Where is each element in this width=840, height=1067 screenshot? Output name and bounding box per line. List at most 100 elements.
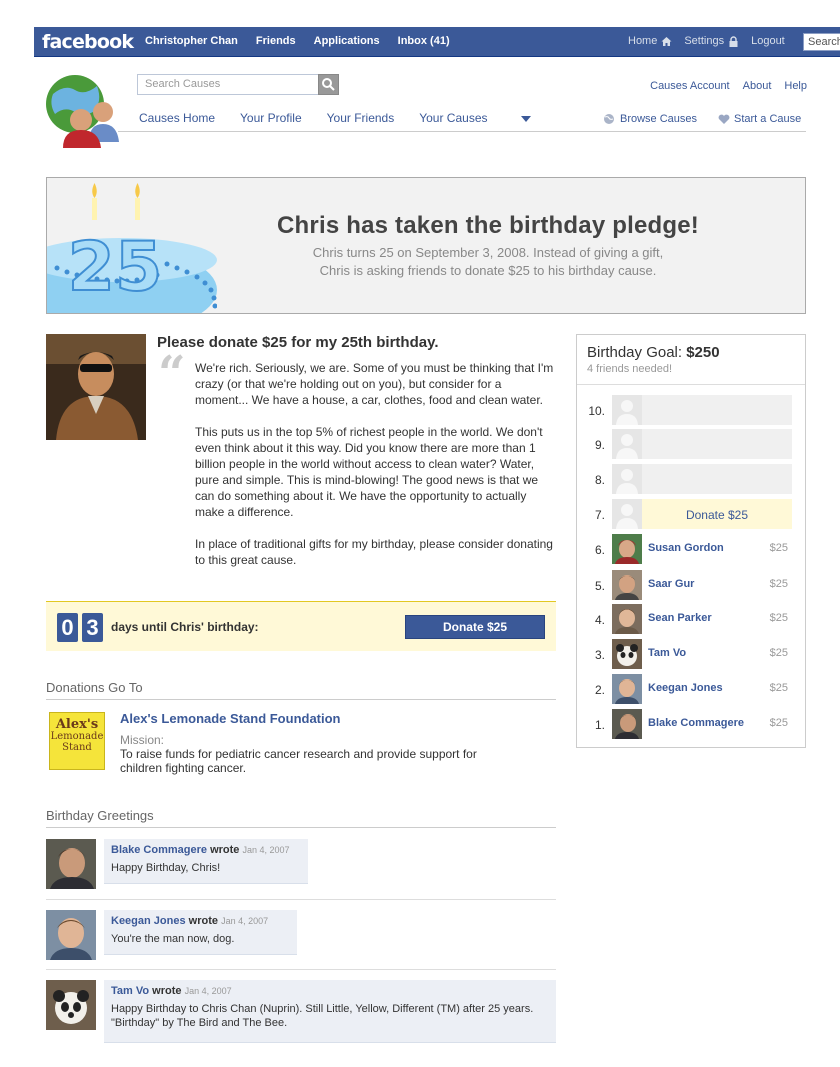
tab-your-friends[interactable]: Your Friends — [327, 111, 395, 125]
slot-number: 8. — [594, 473, 605, 487]
banner-line-2: Chris is asking friends to donate $25 to… — [319, 263, 657, 278]
donor-name-link[interactable]: Saar Gur — [648, 578, 694, 590]
slot-number: 7. — [594, 508, 605, 522]
avatar[interactable] — [612, 534, 642, 564]
appeal-title: Please donate $25 for my 25th birthday. — [157, 334, 439, 351]
avatar[interactable] — [612, 604, 642, 634]
search-icon — [322, 78, 335, 91]
nav-profile-link[interactable]: Christopher Chan — [145, 35, 238, 47]
greeting-bubble: Keegan Jones wrote Jan 4, 2007 You're th… — [104, 910, 297, 955]
start-cause-label: Start a Cause — [734, 113, 802, 125]
about-link[interactable]: About — [743, 80, 772, 92]
slot-number: 10. — [588, 404, 605, 418]
slot-number: 5. — [594, 579, 605, 593]
slot-number: 6. — [594, 543, 605, 557]
mission-text: To raise funds for pediatric cancer rese… — [120, 747, 477, 775]
profile-photo[interactable] — [46, 334, 146, 440]
facebook-logo[interactable]: facebook — [42, 31, 134, 53]
donor-name-link[interactable]: Susan Gordon — [648, 542, 724, 554]
avatar[interactable] — [612, 639, 642, 669]
globe-icon — [604, 114, 614, 124]
goal-slot-empty: 10. — [577, 395, 805, 425]
goal-divider — [577, 384, 805, 385]
start-cause-link[interactable]: Start a Cause — [718, 113, 801, 125]
search-causes-input[interactable]: Search Causes — [137, 74, 319, 95]
person-photo-image — [46, 334, 146, 440]
nav-friends-link[interactable]: Friends — [256, 35, 296, 47]
goal-slot-donor: 3. Tam Vo $25 — [577, 639, 805, 669]
birthday-cake-image: 25 — [47, 183, 217, 313]
goal-slot-donate[interactable]: 7. Donate $25 — [577, 499, 805, 529]
slot-number: 9. — [594, 438, 605, 452]
avatar[interactable] — [46, 980, 96, 1030]
donor-name-link[interactable]: Blake Commagere — [648, 717, 744, 729]
logout-link[interactable]: Logout — [751, 35, 785, 47]
appeal-paragraph: This puts us in the top 5% of richest pe… — [195, 425, 543, 519]
greeting-message: Happy Birthday to Chris Chan (Nuprin). S… — [111, 1003, 534, 1029]
donate-button[interactable]: Donate $25 — [405, 615, 545, 639]
donor-amount: $25 — [769, 717, 788, 729]
top-search-input[interactable]: Search — [803, 33, 840, 51]
avatar[interactable] — [46, 839, 96, 889]
home-icon — [661, 36, 672, 46]
nav-applications-link[interactable]: Applications — [314, 35, 380, 47]
greeting-date: Jan 4, 2007 — [242, 845, 290, 855]
causes-subnav: Causes Home Your Profile Your Friends Yo… — [139, 111, 556, 125]
slot-number: 3. — [594, 648, 605, 662]
donor-name-link[interactable]: Keegan Jones — [648, 682, 723, 694]
chevron-down-icon[interactable] — [520, 115, 531, 122]
greeting-date: Jan 4, 2007 — [184, 986, 232, 996]
greeting-author-link[interactable]: Tam Vo — [111, 985, 149, 997]
greeting-wrote: wrote — [152, 985, 182, 997]
avatar[interactable] — [612, 709, 642, 739]
tab-your-profile[interactable]: Your Profile — [240, 111, 302, 125]
donor-name-link[interactable]: Tam Vo — [648, 647, 686, 659]
greeting-author-link[interactable]: Keegan Jones — [111, 915, 186, 927]
nav-inbox-link[interactable]: Inbox (41) — [398, 35, 450, 47]
tab-your-causes[interactable]: Your Causes — [419, 111, 531, 125]
avatar[interactable] — [612, 570, 642, 600]
tab-causes-home[interactable]: Causes Home — [139, 111, 215, 125]
causes-logo-icon[interactable] — [45, 72, 125, 148]
placeholder-avatar-icon — [612, 464, 642, 494]
birthday-goal-box: Birthday Goal: $250 4 friends needed! 10… — [576, 334, 806, 748]
search-causes-button[interactable] — [318, 74, 339, 95]
help-link[interactable]: Help — [784, 80, 807, 92]
goal-slot-donor: 5. Saar Gur $25 — [577, 570, 805, 600]
subnav-divider — [118, 131, 806, 132]
greeting-date: Jan 4, 2007 — [221, 916, 269, 926]
appeal-paragraph: We're rich. Seriously, we are. Some of y… — [195, 361, 554, 407]
top-nav: Christopher Chan Friends Applications In… — [145, 35, 468, 47]
banner-title: Chris has taken the birthday pledge! — [277, 212, 699, 239]
greeting-wrote: wrote — [210, 844, 240, 856]
greeting-divider — [46, 969, 556, 970]
slot-donate-link[interactable]: Donate $25 — [642, 508, 792, 522]
greeting-author-link[interactable]: Blake Commagere — [111, 844, 207, 856]
causes-top-links: Causes Account About Help — [637, 80, 807, 92]
avatar[interactable] — [612, 674, 642, 704]
goal-slot-donor: 2. Keegan Jones $25 — [577, 674, 805, 704]
settings-link[interactable]: Settings — [684, 35, 724, 47]
foundation-logo[interactable]: Alex's Lemonade Stand — [49, 712, 105, 770]
donor-amount: $25 — [769, 682, 788, 694]
browse-causes-label: Browse Causes — [620, 113, 698, 125]
slot-number: 1. — [594, 718, 605, 732]
foundation-logo-text: Lemonade — [50, 731, 104, 742]
donor-amount: $25 — [769, 578, 788, 590]
donor-name-link[interactable]: Sean Parker — [648, 612, 712, 624]
home-link[interactable]: Home — [628, 35, 657, 47]
goal-subtitle: 4 friends needed! — [587, 363, 673, 375]
foundation-name-link[interactable]: Alex's Lemonade Stand Foundation — [120, 711, 341, 726]
goal-slot-empty: 9. — [577, 429, 805, 459]
birthday-pledge-banner: 25 Chris has taken the birthday pledge! … — [46, 177, 806, 314]
goal-slot-donor: 4. Sean Parker $25 — [577, 604, 805, 634]
goal-slot-empty: 8. — [577, 464, 805, 494]
greeting-bubble: Tam Vo wrote Jan 4, 2007 Happy Birthday … — [104, 980, 556, 1043]
donor-amount: $25 — [769, 647, 788, 659]
banner-description: Chris turns 25 on September 3, 2008. Ins… — [260, 244, 716, 280]
browse-causes-link[interactable]: Browse Causes — [603, 113, 697, 125]
placeholder-avatar-icon — [612, 395, 642, 425]
appeal-letter: We're rich. Seriously, we are. Some of y… — [195, 360, 557, 584]
causes-account-link[interactable]: Causes Account — [650, 80, 730, 92]
avatar[interactable] — [46, 910, 96, 960]
